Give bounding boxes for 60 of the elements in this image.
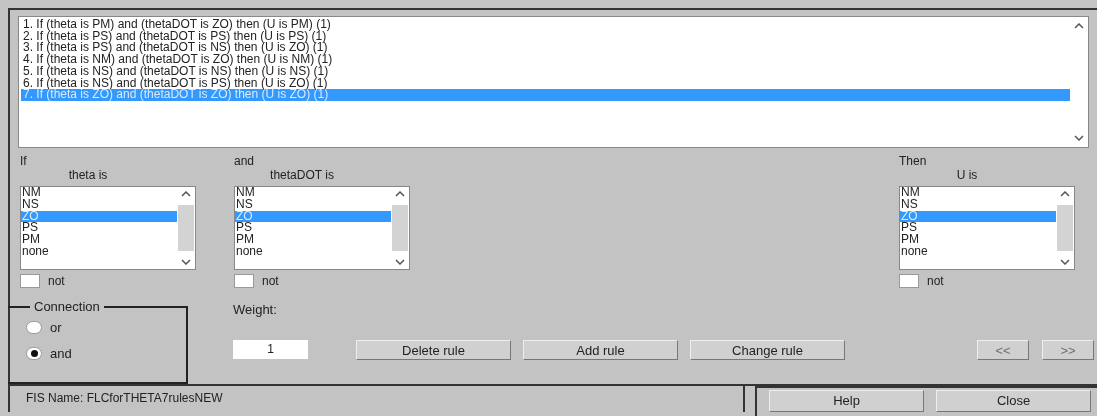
- status-bar: FIS Name: FLCforTHETA7rulesNEW: [8, 386, 745, 412]
- option-item[interactable]: PS: [900, 222, 1056, 235]
- option-list[interactable]: NM NS ZO PS PM none: [234, 186, 410, 270]
- rule-button[interactable]: Add rule: [523, 339, 678, 360]
- button[interactable]: Close: [936, 390, 1091, 412]
- option-item[interactable]: NM: [900, 187, 1056, 199]
- rule-button[interactable]: Delete rule: [356, 339, 511, 360]
- rule-list[interactable]: [18, 16, 1089, 148]
- option-item[interactable]: PM: [21, 234, 177, 246]
- variable-label: thetaDOT is: [269, 168, 335, 182]
- scroll-down-icon[interactable]: [1074, 135, 1084, 141]
- option-item[interactable]: PM: [235, 234, 391, 246]
- variable-label: U is: [955, 168, 979, 182]
- option-item[interactable]: NS: [900, 198, 1056, 211]
- option-item[interactable]: PM: [900, 234, 1056, 246]
- rule-item[interactable]: 6. If (theta is NS) and (thetaDOT is PS) then (U is ZO) (1): [21, 77, 1070, 90]
- variable-header: Then: [899, 154, 928, 168]
- option-item[interactable]: NM: [235, 187, 391, 199]
- radio-button[interactable]: [26, 321, 42, 335]
- scrollbar-thumb[interactable]: [392, 205, 408, 251]
- radio-button[interactable]: [26, 346, 42, 360]
- option-list[interactable]: NM NS ZO PS PM none: [20, 186, 196, 270]
- scroll-up-icon[interactable]: [1074, 23, 1084, 29]
- checkbox[interactable]: [20, 274, 40, 288]
- radio-label: or: [50, 319, 62, 337]
- scrollbar-thumb[interactable]: [1057, 205, 1073, 251]
- option-item[interactable]: NM: [21, 187, 177, 199]
- weight-label: Weight:: [233, 301, 278, 319]
- scroll-down-icon[interactable]: [1060, 259, 1070, 265]
- variable-label: theta is: [67, 168, 109, 182]
- rule-button[interactable]: Change rule: [690, 339, 845, 360]
- checkbox-label: not: [927, 273, 944, 290]
- checkbox-label: not: [262, 273, 279, 290]
- weight-field[interactable]: 1: [233, 340, 308, 359]
- button[interactable]: Help: [769, 390, 924, 412]
- option-item[interactable]: NS: [21, 198, 177, 211]
- scroll-down-icon[interactable]: [181, 259, 191, 265]
- scroll-up-icon[interactable]: [1060, 191, 1070, 197]
- option-item[interactable]: NS: [235, 198, 391, 211]
- scrollbar-thumb[interactable]: [178, 205, 194, 251]
- checkbox[interactable]: [234, 274, 254, 288]
- option-item[interactable]: PS: [21, 222, 177, 235]
- option-item[interactable]: none: [21, 246, 177, 258]
- rule-item[interactable]: 2. If (theta is PS) and (thetaDOT is PS) then (U is PS) (1): [21, 30, 1070, 43]
- option-item[interactable]: none: [900, 246, 1056, 258]
- checkbox-label: not: [48, 273, 65, 290]
- scroll-up-icon[interactable]: [181, 191, 191, 197]
- rule-item[interactable]: 3. If (theta is PS) and (thetaDOT is NS) then (U is ZO) (1): [21, 42, 1070, 55]
- scroll-up-icon[interactable]: [395, 191, 405, 197]
- rule-item[interactable]: 1. If (theta is PM) and (thetaDOT is ZO) then (U is PM) (1): [21, 19, 1070, 31]
- radio-label: and: [50, 344, 72, 363]
- checkbox[interactable]: [899, 274, 919, 288]
- scroll-down-icon[interactable]: [395, 259, 405, 265]
- option-item[interactable]: none: [235, 246, 391, 258]
- variable-header: If: [20, 154, 28, 168]
- rule-item[interactable]: 5. If (theta is NS) and (thetaDOT is NS) then (U is NS) (1): [21, 65, 1070, 78]
- option-list[interactable]: NM NS ZO PS PM none: [899, 186, 1075, 270]
- option-item[interactable]: PS: [235, 222, 391, 235]
- rule-item[interactable]: 4. If (theta is NM) and (thetaDOT is ZO) then (U is NM) (1): [21, 54, 1070, 66]
- variable-header: and: [234, 154, 256, 168]
